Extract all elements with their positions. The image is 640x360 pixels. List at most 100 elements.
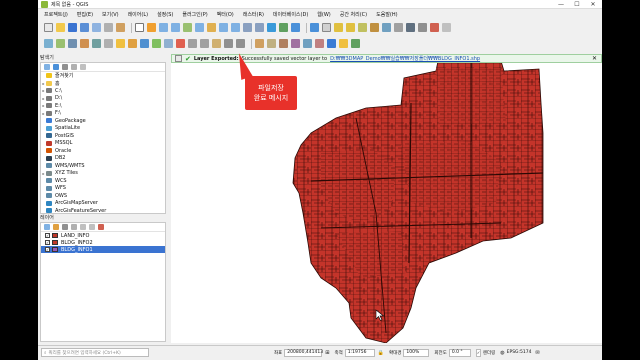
open-project-icon[interactable]: [56, 23, 65, 32]
menu-project[interactable]: 프로젝트(J): [44, 11, 68, 18]
label-change-icon[interactable]: [315, 39, 324, 48]
python-console-icon[interactable]: [327, 39, 336, 48]
browser-item[interactable]: ▸ XYZ Tiles: [41, 170, 165, 178]
menu-web[interactable]: 웹(W): [317, 11, 330, 18]
copy-features-icon[interactable]: [200, 39, 209, 48]
expand-all-icon[interactable]: [80, 224, 86, 230]
zoom-selection-icon[interactable]: [207, 23, 216, 32]
filter-legend-icon[interactable]: [71, 224, 77, 230]
identify-icon[interactable]: [310, 23, 319, 32]
select-features-icon[interactable]: [334, 23, 343, 32]
layer-visibility-checkbox[interactable]: ✓: [45, 233, 50, 238]
browser-item[interactable]: GeoPackage: [41, 117, 165, 125]
browser-item[interactable]: ArcGisFeatureServer: [41, 207, 165, 213]
message-file-link[interactable]: D:₩₩3DMAP_Demo₩₩실습₩₩저장폴더₩₩BLDG_INFO1.shp: [330, 55, 480, 62]
save-edits-icon[interactable]: [140, 39, 149, 48]
layer-symbol-icon[interactable]: [52, 247, 58, 252]
statistics-icon[interactable]: [382, 23, 391, 32]
manage-visibility-icon[interactable]: [62, 224, 68, 230]
browser-item[interactable]: MSSQL: [41, 140, 165, 148]
sum-icon[interactable]: [406, 23, 415, 32]
browser-item[interactable]: 즐겨찾기: [41, 72, 165, 80]
refresh-icon[interactable]: [53, 64, 59, 70]
map-canvas[interactable]: [171, 63, 602, 343]
print-layout-icon[interactable]: [92, 23, 101, 32]
open-attribute-table-icon[interactable]: [322, 23, 331, 32]
paste-features-icon[interactable]: [212, 39, 221, 48]
zoom-out-icon[interactable]: [171, 23, 180, 32]
zoom-next-icon[interactable]: [255, 23, 264, 32]
menu-processing[interactable]: 공간 처리(C): [340, 11, 367, 18]
messages-icon[interactable]: ✉: [536, 350, 540, 356]
layer-visibility-checkbox[interactable]: ✓: [45, 240, 50, 245]
redo-icon[interactable]: [236, 39, 245, 48]
data-source-manager-icon[interactable]: [44, 39, 53, 48]
open-styling-icon[interactable]: [44, 224, 50, 230]
pan-icon[interactable]: [135, 23, 144, 32]
select-by-value-icon[interactable]: [346, 23, 355, 32]
scale-field[interactable]: 1:19756: [344, 348, 375, 357]
menu-vector[interactable]: 벡터(O): [217, 11, 234, 18]
add-vector-layer-icon[interactable]: [56, 39, 65, 48]
add-delimited-text-icon[interactable]: [80, 39, 89, 48]
zoom-in-icon[interactable]: [159, 23, 168, 32]
add-group-icon[interactable]: [53, 224, 59, 230]
properties-icon[interactable]: [80, 64, 86, 70]
coordinate-toggle-icon[interactable]: ⊞: [325, 350, 329, 356]
layout-manager-icon[interactable]: [104, 23, 113, 32]
zoom-native-icon[interactable]: [231, 23, 240, 32]
layer-symbol-icon[interactable]: [52, 240, 58, 245]
browser-item[interactable]: SpatiaLite: [41, 125, 165, 133]
remove-layer-icon[interactable]: [98, 224, 104, 230]
plugin-icon[interactable]: [339, 39, 348, 48]
browser-item[interactable]: OWS: [41, 192, 165, 200]
processing-toolbox-icon[interactable]: [351, 39, 360, 48]
pan-to-selection-icon[interactable]: [147, 23, 156, 32]
layer-item[interactable]: ✓ BLDG_INFO2: [41, 239, 165, 246]
browser-item[interactable]: WMS/WMTS: [41, 162, 165, 170]
browser-item[interactable]: Oracle: [41, 147, 165, 155]
new-map-view-icon[interactable]: [267, 23, 276, 32]
message-close-button[interactable]: ✕: [592, 55, 597, 62]
field-calculator-icon[interactable]: [370, 23, 379, 32]
magnifier-field[interactable]: 100%: [403, 348, 430, 357]
map-tips-icon[interactable]: [418, 23, 427, 32]
toggle-editing-icon[interactable]: [128, 39, 137, 48]
layer-item[interactable]: ✓ BLDG_INFO1: [41, 246, 165, 253]
browser-item[interactable]: WFS: [41, 185, 165, 193]
menu-edit[interactable]: 편집(E): [77, 11, 93, 18]
filter-icon[interactable]: [62, 64, 68, 70]
temporal-controller-icon[interactable]: [279, 23, 288, 32]
maximize-button[interactable]: ☐: [570, 0, 584, 9]
menu-database[interactable]: 데이터베이스(D): [273, 11, 308, 18]
render-checkbox[interactable]: ✓: [475, 348, 481, 357]
zoom-full-icon[interactable]: [195, 23, 204, 32]
zoom-layer-icon[interactable]: [219, 23, 228, 32]
new-project-icon[interactable]: [44, 23, 53, 32]
delete-selected-icon[interactable]: [176, 39, 185, 48]
zoom-rubber-band-icon[interactable]: [183, 23, 192, 32]
save-project-icon[interactable]: [68, 23, 77, 32]
browser-item[interactable]: ▸ F:\: [41, 110, 165, 118]
current-edits-icon[interactable]: [116, 39, 125, 48]
label-pin-icon[interactable]: [267, 39, 276, 48]
close-button[interactable]: ✕: [586, 0, 600, 9]
layer-symbol-icon[interactable]: [52, 233, 58, 238]
zoom-last-icon[interactable]: [243, 23, 252, 32]
measure-icon[interactable]: [394, 23, 403, 32]
browser-item[interactable]: WCS: [41, 177, 165, 185]
message-collapse-icon[interactable]: [175, 55, 182, 62]
layer-visibility-checkbox[interactable]: ✓: [45, 247, 50, 252]
label-tool-icon[interactable]: [255, 39, 264, 48]
style-manager-icon[interactable]: [116, 23, 125, 32]
cut-features-icon[interactable]: [188, 39, 197, 48]
add-raster-layer-icon[interactable]: [68, 39, 77, 48]
browser-item[interactable]: PostGIS: [41, 132, 165, 140]
browser-item[interactable]: DB2: [41, 155, 165, 163]
browser-item[interactable]: ▸ D:\: [41, 95, 165, 103]
menu-plugins[interactable]: 플러그인(P): [182, 11, 207, 18]
menu-settings[interactable]: 설정(S): [157, 11, 173, 18]
menu-view[interactable]: 보기(V): [102, 11, 119, 18]
refresh-icon[interactable]: [291, 23, 300, 32]
lock-icon[interactable]: 🔒: [378, 350, 384, 356]
